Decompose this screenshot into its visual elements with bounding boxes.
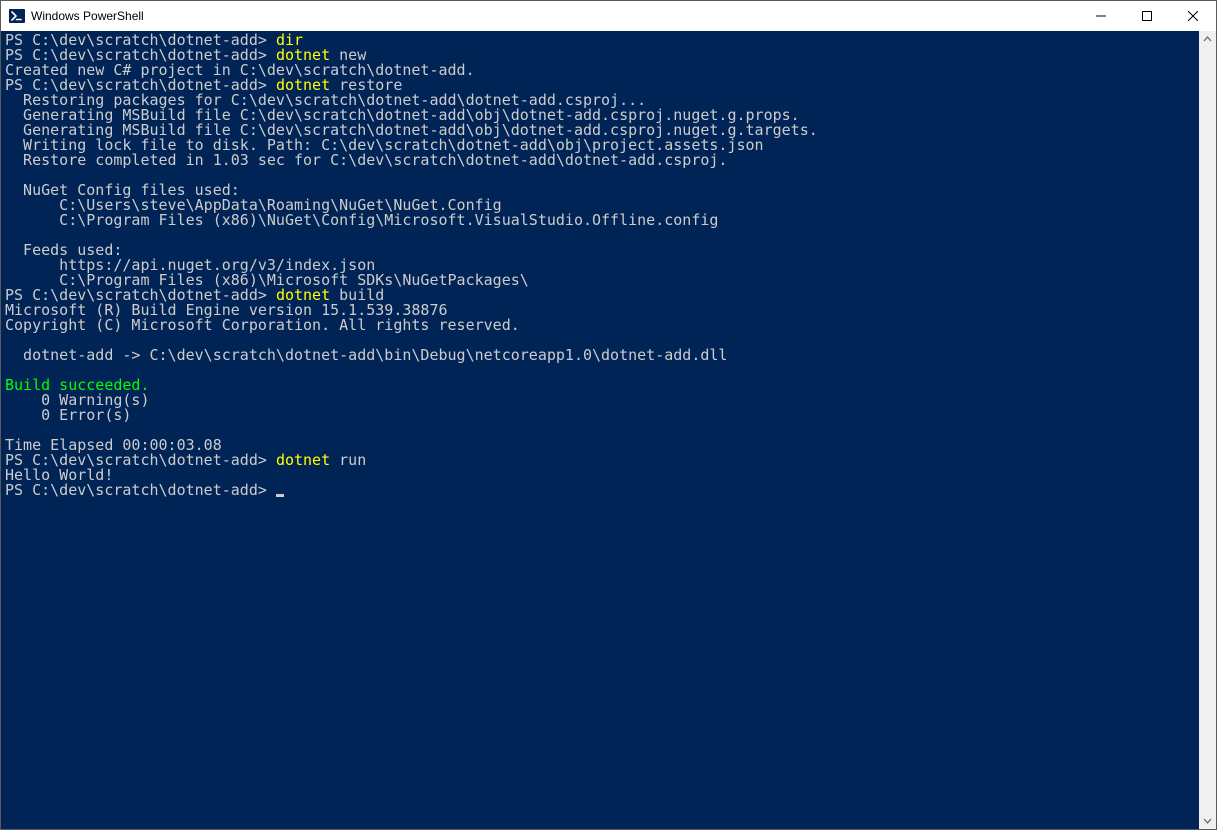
powershell-window: Windows PowerShell PS C:\dev\scratch\dot… <box>0 0 1217 830</box>
scroll-up-icon[interactable] <box>1199 31 1216 48</box>
terminal-area: PS C:\dev\scratch\dotnet-add> dir PS C:\… <box>1 31 1216 829</box>
arg: run <box>339 451 366 469</box>
titlebar[interactable]: Windows PowerShell <box>1 1 1216 31</box>
output-line: dotnet-add -> C:\dev\scratch\dotnet-add\… <box>5 346 727 364</box>
scrollbar[interactable] <box>1199 31 1216 829</box>
output-line: 0 Error(s) <box>5 406 131 424</box>
minimize-button[interactable] <box>1078 1 1124 31</box>
powershell-icon <box>9 8 25 24</box>
prompt: PS C:\dev\scratch\dotnet-add> <box>5 481 267 499</box>
output-line: Copyright (C) Microsoft Corporation. All… <box>5 316 520 334</box>
maximize-button[interactable] <box>1124 1 1170 31</box>
output-line: C:\Program Files (x86)\NuGet\Config\Micr… <box>5 211 718 229</box>
output-line: Restore completed in 1.03 sec for C:\dev… <box>5 151 727 169</box>
cmd-dotnet: dotnet <box>276 451 339 469</box>
close-button[interactable] <box>1170 1 1216 31</box>
scroll-down-icon[interactable] <box>1199 812 1216 829</box>
window-controls <box>1078 1 1216 31</box>
cursor <box>276 494 284 497</box>
window-title: Windows PowerShell <box>31 9 1078 23</box>
terminal[interactable]: PS C:\dev\scratch\dotnet-add> dir PS C:\… <box>1 31 1199 829</box>
